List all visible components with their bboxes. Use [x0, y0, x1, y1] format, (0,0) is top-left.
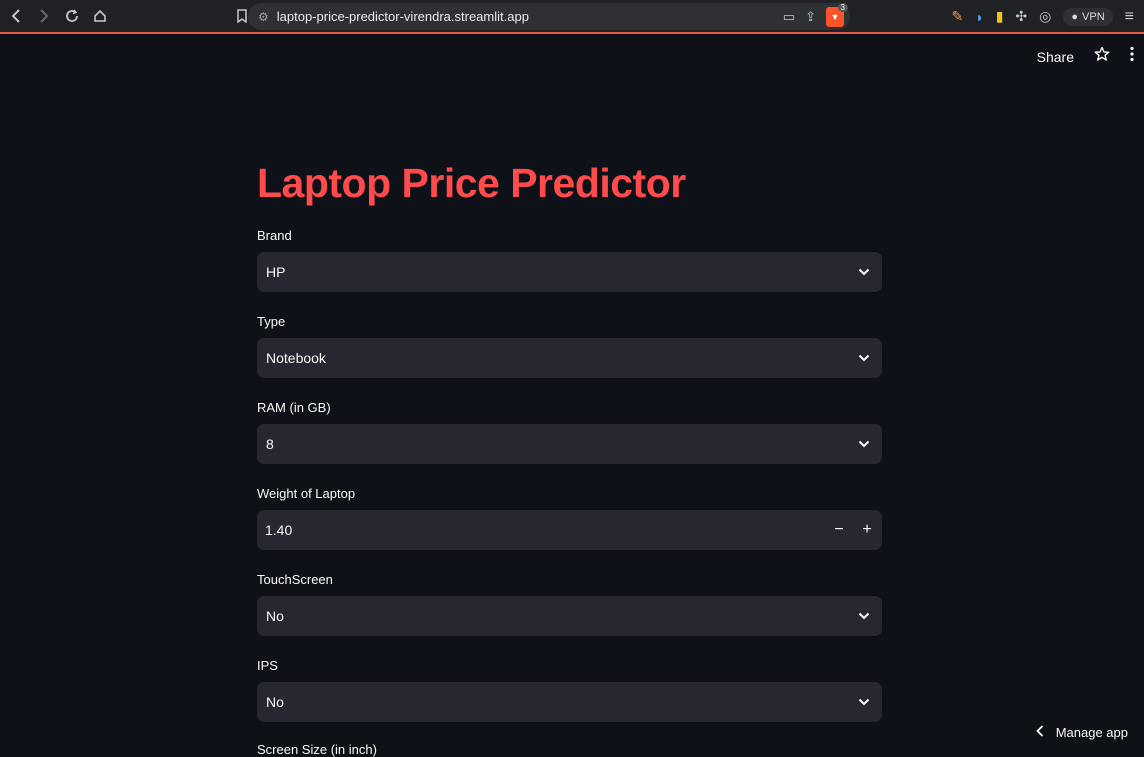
ram-label: RAM (in GB): [257, 400, 331, 415]
chevron-down-icon: [858, 438, 870, 450]
weight-value[interactable]: 1.40: [265, 522, 825, 538]
decrement-button[interactable]: −: [825, 510, 853, 550]
extensions-area: ✎ ◗ ▮ ✣ ◎ ● VPN ≡: [952, 3, 1134, 30]
screen-size-label: Screen Size (in inch): [257, 742, 377, 757]
reload-icon[interactable]: [58, 2, 86, 30]
main-content: Laptop Price Predictor Brand HP Type Not…: [257, 158, 882, 722]
pen-extension-icon[interactable]: ✎: [952, 8, 964, 25]
ips-field: IPS No: [257, 658, 882, 722]
touchscreen-label: TouchScreen: [257, 572, 333, 587]
cast-icon[interactable]: ▭: [783, 9, 795, 25]
ram-select[interactable]: 8: [257, 424, 882, 464]
site-settings-icon[interactable]: ⚙: [258, 10, 269, 24]
brand-label: Brand: [257, 228, 292, 243]
ips-value: No: [266, 694, 284, 710]
chevron-down-icon: [858, 352, 870, 364]
manage-app-label: Manage app: [1055, 725, 1128, 740]
type-label: Type: [257, 314, 286, 329]
weight-field: Weight of Laptop 1.40 − +: [257, 486, 882, 550]
vpn-status-icon: ●: [1071, 10, 1079, 23]
manage-app-button[interactable]: Manage app: [1035, 724, 1128, 741]
touchscreen-field: TouchScreen No: [257, 572, 882, 636]
share-button[interactable]: Share: [1037, 49, 1074, 65]
forward-icon[interactable]: [30, 2, 58, 30]
ram-value: 8: [266, 436, 274, 452]
more-options-icon[interactable]: [1130, 46, 1134, 67]
brand-select[interactable]: HP: [257, 252, 882, 292]
type-select[interactable]: Notebook: [257, 338, 882, 378]
back-icon[interactable]: [2, 2, 30, 30]
type-value: Notebook: [266, 350, 326, 366]
increment-button[interactable]: +: [853, 510, 881, 550]
app-header: Share: [1037, 46, 1134, 67]
page-title: Laptop Price Predictor: [257, 160, 686, 206]
share-page-icon[interactable]: ⇪: [805, 9, 816, 25]
chevron-down-icon: [858, 610, 870, 622]
address-bar[interactable]: ⚙ laptop-price-predictor-virendra.stream…: [248, 2, 850, 30]
wallet-icon[interactable]: ◎: [1039, 8, 1051, 25]
ips-select[interactable]: No: [257, 682, 882, 722]
browser-toolbar: ⚙ laptop-price-predictor-virendra.stream…: [0, 0, 1144, 34]
brave-shields-icon[interactable]: ▼ 3: [826, 2, 848, 27]
home-icon[interactable]: [86, 2, 114, 30]
url-text: laptop-price-predictor-virendra.streamli…: [276, 9, 529, 24]
weight-label: Weight of Laptop: [257, 486, 356, 501]
brand-value: HP: [266, 264, 286, 280]
touchscreen-value: No: [266, 608, 284, 624]
brand-field: Brand HP: [257, 228, 882, 292]
blue-extension-icon[interactable]: ◗: [975, 9, 983, 25]
star-icon[interactable]: [1094, 46, 1110, 67]
weight-number-input[interactable]: 1.40 − +: [257, 510, 882, 550]
browser-menu-icon[interactable]: ≡: [1125, 8, 1134, 26]
chevron-down-icon: [858, 696, 870, 708]
yellow-extension-icon[interactable]: ▮: [996, 8, 1004, 25]
touchscreen-select[interactable]: No: [257, 596, 882, 636]
vpn-label: VPN: [1082, 10, 1105, 23]
ram-field: RAM (in GB) 8: [257, 400, 882, 464]
vpn-button[interactable]: ● VPN: [1063, 7, 1113, 26]
extensions-puzzle-icon[interactable]: ✣: [1015, 8, 1027, 25]
chevron-down-icon: [858, 266, 870, 278]
ips-label: IPS: [257, 658, 278, 673]
type-field: Type Notebook: [257, 314, 882, 378]
chevron-left-icon: [1035, 724, 1044, 741]
shields-count: 3: [837, 2, 848, 12]
